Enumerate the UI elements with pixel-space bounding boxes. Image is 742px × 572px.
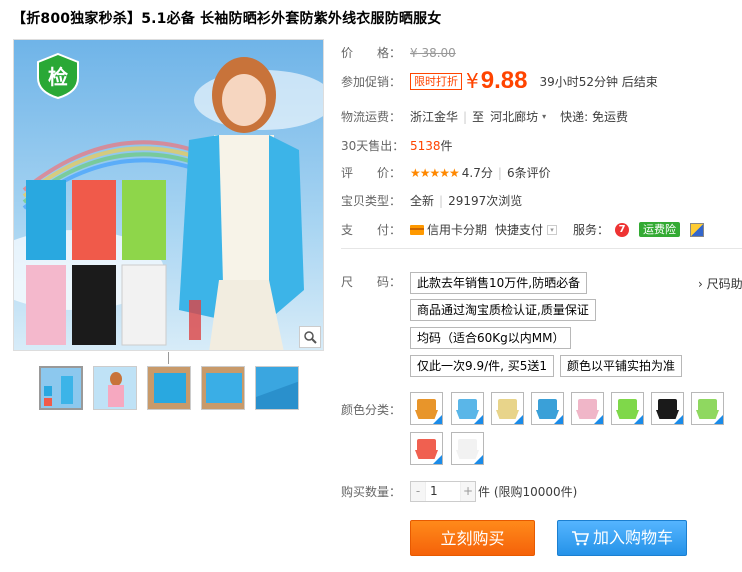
payment-label: 支 付： [341,223,402,237]
color-row: 颜色分类： [341,401,410,418]
quick-pay-label[interactable]: 快捷支付 [495,221,543,238]
payment-row: 支 付： 信用卡分期 快捷支付 ▾ 服务： 7 运费险 [341,221,705,238]
color-swatch[interactable] [611,392,644,425]
credit-card-icon [410,224,424,235]
color-swatch[interactable] [451,392,484,425]
size-option[interactable]: 仅此一次9.9/件, 买5送1 [410,355,555,377]
sales-count: 5138 [410,138,441,153]
rating-score: 4.7分 [461,166,493,180]
size-option[interactable]: 商品通过淘宝质检认证,质量保证 [410,299,596,321]
shipping-method: 快递: 免运费 [560,110,628,124]
quantity-limit: 件 (限购10000件) [478,485,578,499]
condition-row: 宝贝类型： 全新 | 29197次浏览 [341,193,523,209]
credit-installment[interactable]: 信用卡分期 [410,221,487,238]
thumbnail-strip [39,366,299,410]
color-swatch[interactable] [410,432,443,465]
swatch-image [454,395,481,422]
sales-row: 30天售出： 5138 件 [341,137,453,154]
credit-guarantee-icon [690,222,705,237]
sales-label: 30天售出： [341,139,405,153]
cart-icon [571,531,589,546]
rating-label: 评 价： [341,166,402,180]
credit-installment-label: 信用卡分期 [427,223,488,237]
swatch-image [654,395,681,422]
view-count: 29197次浏览 [448,194,523,208]
color-swatch[interactable] [451,432,484,465]
thumbnail-4[interactable] [201,366,245,410]
shipping-destination-select[interactable]: 河北廊坊 [490,108,538,125]
quantity-decrement-button[interactable]: - [411,482,425,501]
color-swatch[interactable] [491,392,524,425]
chevron-down-icon[interactable]: ▾ [547,224,558,235]
buy-now-button[interactable]: 立刻购买 [410,520,535,556]
condition-label: 宝贝类型： [341,194,402,208]
svg-text:检: 检 [48,65,68,89]
sales-unit: 件 [440,139,453,153]
rating-row: 评 价： ★★★★★ 4.7分 | 6条评价 [341,164,551,181]
size-label: 尺 码： [341,275,402,289]
thumbnail-3[interactable] [147,366,191,410]
size-option[interactable]: 颜色以平铺实拍为准 [560,355,683,377]
currency-symbol: ¥ [466,69,479,93]
thumbnail-1[interactable] [39,366,83,410]
shipping-to-prefix: 至 [472,110,485,124]
divider [341,248,742,249]
swatch-image [574,395,601,422]
inspection-badge-icon: 检 [36,52,80,100]
freight-insurance-badge: 运费险 [639,222,681,237]
shipping-row: 物流运费： 浙江金华 | 至 河北廊坊 ▾ 快递: 免运费 [341,108,628,125]
service-label: 服务： [573,223,610,237]
quantity-input[interactable]: 1 [425,482,461,501]
swatch-image [494,395,521,422]
seven-day-return-icon: 7 [615,222,630,237]
quantity-row: 购买数量： - 1 + 件 (限购10000件) [341,481,577,502]
color-label: 颜色分类： [341,403,402,417]
shipping-label: 物流运费： [341,110,402,124]
thumbnail-pointer [168,352,169,364]
size-option[interactable]: 均码（适合60Kg以内MM） [410,327,572,349]
quantity-stepper[interactable]: - 1 + [410,481,476,502]
rating-stars: ★★★★★ [410,165,460,180]
thumbnail-5[interactable] [255,366,299,410]
product-main-image[interactable]: 检 [13,39,324,351]
promo-label: 参加促销： [341,74,402,89]
color-swatch[interactable] [651,392,684,425]
add-to-cart-button[interactable]: 加入购物车 [557,520,687,556]
chevron-down-icon[interactable]: ▾ [542,112,546,121]
original-price: ¥ 38.00 [410,45,456,60]
thumbnail-2[interactable] [93,366,137,410]
add-to-cart-label: 加入购物车 [592,528,673,547]
color-swatch[interactable] [571,392,604,425]
price-label: 价 格： [341,46,402,60]
swatch-image [413,395,440,422]
promo-countdown: 39小时52分钟 后结束 [539,74,658,89]
swatch-image [454,435,481,462]
quantity-label: 购买数量： [341,485,402,499]
condition-type: 全新 [410,194,435,208]
color-swatch[interactable] [410,392,443,425]
color-swatch[interactable] [691,392,724,425]
swatch-image [413,435,440,462]
quantity-increment-button[interactable]: + [461,482,475,501]
swatch-image [614,395,641,422]
size-row: 尺 码： [341,273,410,290]
zoom-icon[interactable] [299,326,321,348]
promo-tag: 限时打折 [410,72,462,90]
promo-row: 参加促销： 限时打折 ¥ 9.88 39小时52分钟 后结束 [341,67,658,95]
color-swatch[interactable] [531,392,564,425]
size-guide-link[interactable]: › 尺码助 [698,275,742,292]
price-row: 价 格： ¥ 38.00 [341,44,456,61]
swatch-image [694,395,721,422]
size-option[interactable]: 此款去年销售10万件,防晒必备 [410,272,588,294]
swatch-image [534,395,561,422]
shipping-from: 浙江金华 [410,110,459,124]
product-title: 【折800独家秒杀】5.1必备 长袖防晒衫外套防紫外线衣服防晒服女 [12,11,442,27]
reviews-link[interactable]: 6条评价 [507,164,551,181]
promo-price: 9.88 [480,67,528,94]
